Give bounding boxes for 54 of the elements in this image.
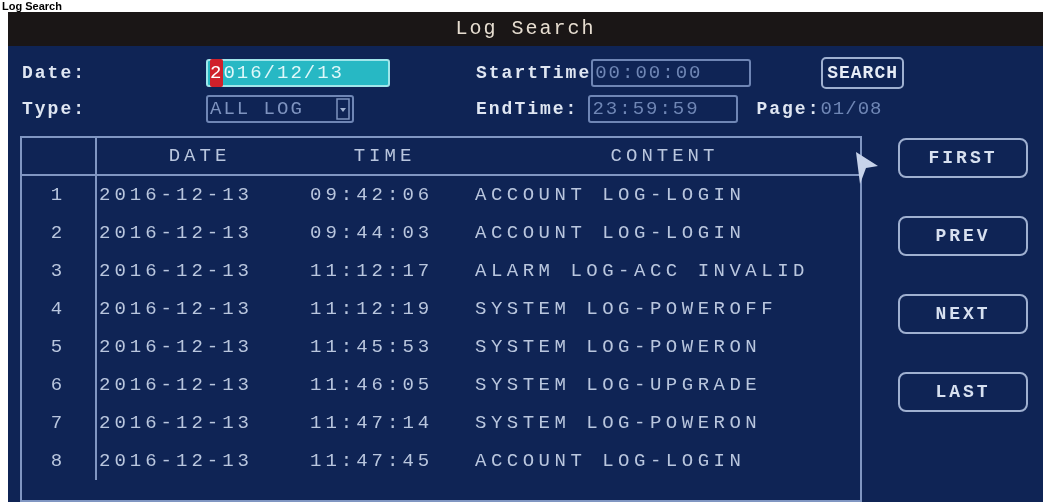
column-header: CONTENT [610, 144, 719, 167]
start-time-label: StartTime [476, 61, 592, 85]
content-cell-text: ACCOUNT LOG-LOGIN [474, 182, 747, 208]
time-cell-text: 11:46:05 [309, 372, 435, 398]
row-number: 1 [50, 182, 67, 208]
column-header: TIME [353, 144, 416, 167]
page-heading: Log Search [2, 1, 62, 12]
search-button[interactable]: SEARCH [821, 57, 905, 89]
page-nav-button[interactable]: LAST [898, 372, 1028, 412]
type-dropdown[interactable]: ALL LOG [206, 95, 354, 123]
row-number: 3 [50, 258, 67, 284]
row-number: 5 [50, 334, 67, 360]
time-cell-text: 09:42:06 [309, 182, 435, 208]
start-time-field[interactable]: 00:00:00 [591, 59, 752, 87]
column-header: DATE [168, 144, 231, 167]
date-label: Date: [22, 62, 86, 83]
page-nav-button[interactable]: FIRST [898, 138, 1028, 178]
content-cell-text: SYSTEM LOG-UPGRADE [474, 372, 763, 398]
date-cell-text: 2016-12-13 [98, 258, 255, 284]
content-cell-text: SYSTEM LOG-POWEROFF [474, 296, 779, 322]
date-cell-text: 2016-12-13 [98, 296, 255, 322]
content-cell-text: ACCOUNT LOG-LOGIN [474, 220, 747, 246]
end-time-label: EndTime: [476, 97, 579, 121]
page-nav-button[interactable]: NEXT [898, 294, 1028, 334]
date-field[interactable]: 2016/12/13 [206, 59, 390, 87]
row-number: 8 [50, 448, 67, 474]
row-number: 4 [50, 296, 67, 322]
date-cell-text: 2016-12-13 [98, 182, 255, 208]
content-cell-text: SYSTEM LOG-POWERON [474, 334, 763, 360]
dropdown-caret-icon [336, 98, 350, 120]
page-nav-button[interactable]: PREV [898, 216, 1028, 256]
content-cell-text: ALARM LOG-ACC INVALID [474, 258, 810, 284]
time-cell-text: 11:47:14 [309, 410, 435, 436]
time-cell-text: 11:12:17 [309, 258, 435, 284]
time-cell-text: 11:47:45 [309, 448, 435, 474]
end-time-field[interactable]: 23:59:59 [588, 95, 739, 123]
date-cell-text: 2016-12-13 [98, 372, 255, 398]
time-cell-text: 11:12:19 [309, 296, 435, 322]
content-cell-text: ACCOUNT LOG-LOGIN [474, 448, 747, 474]
content-cell-text: SYSTEM LOG-POWERON [474, 410, 763, 436]
date-cell-text: 2016-12-13 [98, 334, 255, 360]
date-cell-text: 2016-12-13 [98, 220, 255, 246]
page-label: Page: [756, 97, 821, 121]
row-number: 6 [50, 372, 67, 398]
time-cell-text: 09:44:03 [309, 220, 435, 246]
row-number: 2 [50, 220, 67, 246]
type-label: Type: [22, 98, 86, 119]
date-cell-text: 2016-12-13 [98, 410, 255, 436]
window-title: Log Search [455, 16, 596, 42]
row-number: 7 [50, 410, 67, 436]
time-cell-text: 11:45:53 [309, 334, 435, 360]
mouse-pointer-icon [854, 150, 880, 186]
page-counter: 01/08 [820, 96, 883, 122]
date-cell-text: 2016-12-13 [98, 448, 255, 474]
